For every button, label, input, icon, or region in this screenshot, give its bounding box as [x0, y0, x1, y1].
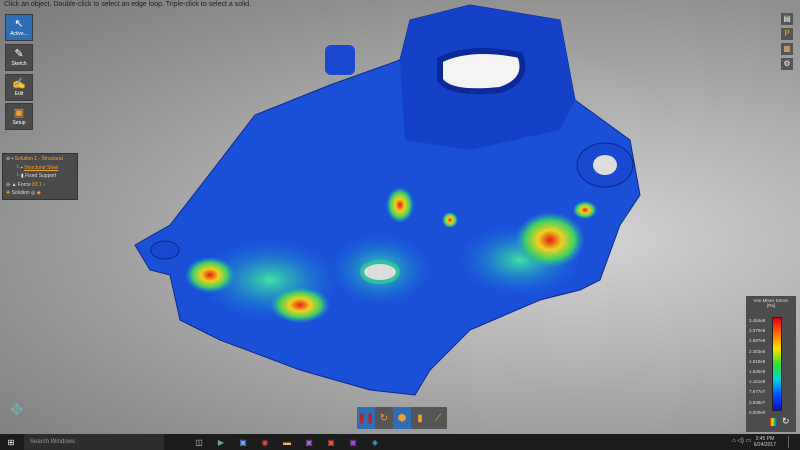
axis-triad-icon[interactable]: ✥	[10, 400, 23, 420]
tool-label: Setup	[12, 120, 26, 126]
legend-value: 2.687e8	[749, 338, 766, 344]
tree-root[interactable]: ⊖ ▪ Solution 1 - Structural	[6, 156, 74, 165]
clock[interactable]: 2:45 PM 6/24/2017	[754, 436, 776, 448]
legend-value: 1.535e8	[749, 369, 766, 374]
premiere-icon[interactable]: ▣	[346, 436, 360, 448]
legend-value: 1.151e8	[749, 379, 766, 385]
legend-value: 0.000e0	[749, 409, 766, 415]
task-view-icon[interactable]: ◫	[192, 436, 206, 448]
tool-label: Active...	[10, 31, 28, 37]
tool-label: Sketch	[11, 61, 27, 67]
legend-value: 2.303e8	[749, 348, 766, 354]
tree-item-fixed-support[interactable]: └ ▮ Fixed Support	[6, 173, 74, 182]
skype-icon[interactable]: ◈	[368, 436, 382, 448]
pencil-icon: ✎	[14, 48, 24, 60]
chrome-icon[interactable]: ◉	[258, 436, 272, 448]
setup-icon: ▣	[13, 107, 25, 119]
solution-label: Solution	[11, 190, 30, 196]
legend-value: 3.070e8	[749, 328, 766, 334]
tree-item-label: Structural Steel	[24, 164, 59, 171]
settings-icon[interactable]: ⚙	[781, 58, 793, 70]
force-value[interactable]: 83.1	[32, 182, 42, 188]
taskbar: ⊞ Search Windows ◫ ▶ ▣ ◉ ▬ ▣ ▣ ▣ ◈ ⌂ ◁) …	[0, 434, 800, 450]
discovery-app-icon[interactable]: ▶	[214, 436, 228, 448]
color-map-icon[interactable]	[770, 418, 777, 426]
layers-icon[interactable]: ▤	[781, 13, 793, 25]
properties-icon[interactable]: P	[781, 28, 793, 40]
tree-item-material[interactable]: └ ▪ Structural Steel	[6, 165, 74, 174]
probe-button[interactable]: ⟋	[429, 407, 447, 429]
pause-button[interactable]: ❚❚	[357, 407, 375, 429]
structure-tree: ⊖ ▪ Solution 1 - Structural └ ▪ Structur…	[2, 153, 78, 200]
stress-legend: Von Mises Stress [Pa] 3.454e8 3.070e8 2.68…	[746, 296, 796, 432]
tool-label: Edit	[14, 91, 24, 97]
grid-icon[interactable]: ▦	[781, 43, 793, 55]
search-input[interactable]: Search Windows	[24, 434, 164, 450]
tray-icons[interactable]: ⌂ ◁) ▭	[732, 437, 751, 444]
app-icon[interactable]: ▣	[236, 436, 250, 448]
section-button[interactable]: ▮	[411, 407, 429, 429]
legend-value: 1.919e8	[749, 358, 766, 364]
3d-viewport[interactable]: Click an object. Double-click to select …	[0, 0, 800, 434]
legend-unit: [Pa]	[766, 303, 775, 308]
reset-icon[interactable]: ↻	[782, 416, 790, 427]
tree-root-label: Solution 1 - Structural	[14, 156, 63, 162]
tool-active-select[interactable]: ↖ Active...	[5, 14, 33, 41]
legend-value: 3.838e7	[749, 399, 766, 405]
bottom-toolbar: ❚❚ ↻ ⬢ ▮ ⟋	[357, 405, 447, 429]
tree-item-label: Fixed Support	[25, 173, 57, 179]
file-explorer-icon[interactable]: ▬	[280, 436, 294, 448]
view-cube-button[interactable]: ⬢	[393, 407, 411, 429]
legend-value: 3.454e8	[749, 318, 766, 323]
rotate-button[interactable]: ↻	[375, 407, 393, 429]
brush-icon: ✍	[12, 78, 26, 90]
windows-start-icon[interactable]: ⊞	[4, 436, 18, 448]
show-desktop-button[interactable]	[788, 436, 798, 448]
cursor-icon: ↖	[14, 18, 24, 30]
tree-footer[interactable]: ✚ Solution ◎ ◆	[6, 190, 74, 199]
powerpoint-icon[interactable]: ▣	[324, 436, 338, 448]
tool-sketch[interactable]: ✎ Sketch	[5, 44, 33, 71]
date: 6/24/2017	[753, 442, 776, 448]
tree-item-label: Force	[17, 181, 31, 188]
legend-value: 7.677e7	[749, 389, 766, 395]
tree-item-force[interactable]: ⊖ ▲ Force 83.1 ›	[6, 182, 74, 191]
stress-model[interactable]	[0, 0, 800, 434]
color-bar[interactable]	[772, 317, 782, 411]
tool-edit[interactable]: ✍ Edit	[5, 74, 33, 101]
tool-setup[interactable]: ▣ Setup	[5, 103, 33, 130]
onenote-icon[interactable]: ▣	[302, 436, 316, 448]
